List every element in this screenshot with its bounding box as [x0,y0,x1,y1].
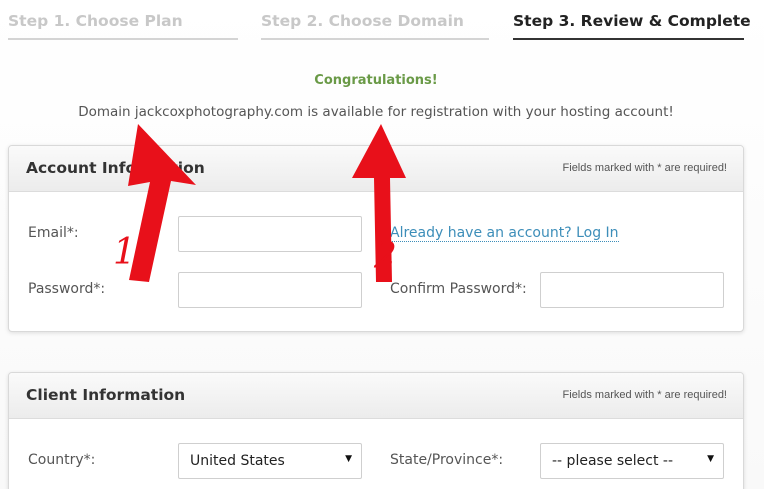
country-select[interactable]: United States ▼ [178,443,362,479]
annotation-number-1: 1 [113,232,136,273]
dropdown-caret-icon: ▼ [707,454,714,464]
country-selected-value: United States [190,453,285,469]
step-choose-domain[interactable]: Step 2. Choose Domain [261,12,489,40]
email-field[interactable] [178,216,362,252]
password-input[interactable] [179,273,361,307]
email-input[interactable] [179,217,361,251]
domain-availability-message: Domain jackcoxphotography.com is availab… [78,104,674,120]
email-label: Email*: [28,225,79,241]
client-information-panel: Client Information Fields marked with * … [8,372,744,489]
step-choose-plan[interactable]: Step 1. Choose Plan [8,12,238,40]
required-fields-note: Fields marked with * are required! [562,389,727,401]
account-panel-title: Account Information [26,159,205,177]
client-panel-title: Client Information [26,386,186,404]
congratulations-heading: Congratulations! [314,73,438,88]
checkout-steps: Step 1. Choose Plan Step 2. Choose Domai… [0,0,764,42]
state-selected-value: -- please select -- [552,453,674,469]
password-field[interactable] [178,272,362,308]
confirm-password-label: Confirm Password*: [390,281,527,297]
state-label: State/Province*: [390,452,504,468]
required-fields-note: Fields marked with * are required! [562,162,727,174]
confirm-password-input[interactable] [541,273,723,307]
confirm-password-field[interactable] [540,272,724,308]
client-panel-header: Client Information Fields marked with * … [9,373,743,419]
login-link[interactable]: Already have an account? Log In [390,225,619,242]
step-review-complete: Step 3. Review & Complete [513,12,751,40]
country-label: Country*: [28,452,96,468]
dropdown-caret-icon: ▼ [345,454,352,464]
state-select[interactable]: -- please select -- ▼ [540,443,724,479]
account-panel-header: Account Information Fields marked with *… [9,146,743,192]
annotation-number-2: 2 [374,236,397,277]
password-label: Password*: [28,281,106,297]
